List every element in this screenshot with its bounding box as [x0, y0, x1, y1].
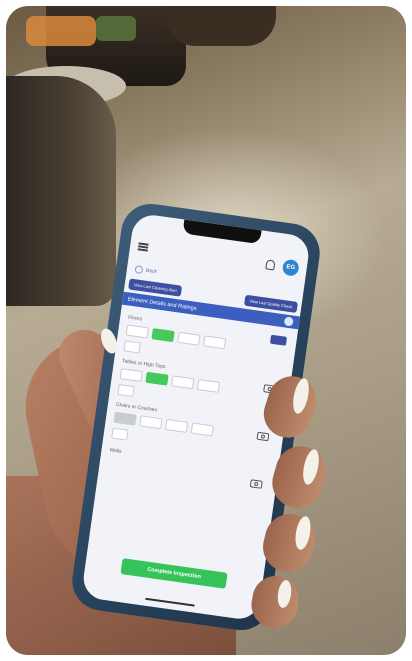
- avatar[interactable]: EG: [281, 258, 300, 277]
- rating-option[interactable]: [117, 383, 135, 398]
- rating-option[interactable]: [139, 415, 163, 430]
- rating-option-selected[interactable]: [113, 411, 137, 426]
- section-title: Element Details and Ratings: [127, 295, 197, 312]
- rating-option[interactable]: [190, 422, 214, 437]
- field-label: Walls: [109, 447, 122, 455]
- bell-icon[interactable]: [265, 259, 276, 271]
- background-light: [26, 16, 96, 46]
- photo-frame: EG Back View Last Cleaning Alert View La…: [6, 6, 406, 655]
- camera-icon[interactable]: [256, 431, 270, 442]
- background-desk: [166, 6, 276, 46]
- back-arrow-icon: [134, 265, 144, 275]
- complete-inspection-button[interactable]: Complete Inspection: [120, 558, 228, 589]
- rating-option[interactable]: [196, 378, 221, 393]
- home-indicator: [145, 597, 195, 607]
- rating-option[interactable]: [125, 324, 149, 339]
- camera-icon[interactable]: [249, 479, 263, 489]
- app-logo: [156, 249, 266, 264]
- rating-row: [125, 324, 227, 350]
- rating-option-selected[interactable]: [145, 371, 169, 386]
- toggle-icon[interactable]: [283, 316, 294, 327]
- background-pillar: [6, 76, 116, 306]
- rating-option[interactable]: [111, 427, 129, 441]
- rating-option[interactable]: [177, 331, 201, 346]
- rating-option[interactable]: [171, 375, 195, 390]
- back-label: Back: [145, 267, 158, 276]
- rating-option[interactable]: [164, 418, 189, 433]
- mic-icon[interactable]: [269, 334, 288, 346]
- rating-option-selected[interactable]: [151, 328, 175, 343]
- background-plant: [96, 16, 136, 41]
- back-link[interactable]: Back: [134, 265, 157, 276]
- rating-option[interactable]: [202, 335, 227, 350]
- rating-option[interactable]: [119, 368, 143, 383]
- field-label: Floors: [127, 314, 143, 323]
- rating-row: [119, 368, 221, 393]
- rating-row: [113, 411, 214, 437]
- menu-icon[interactable]: [137, 242, 149, 252]
- rating-option[interactable]: [123, 340, 141, 354]
